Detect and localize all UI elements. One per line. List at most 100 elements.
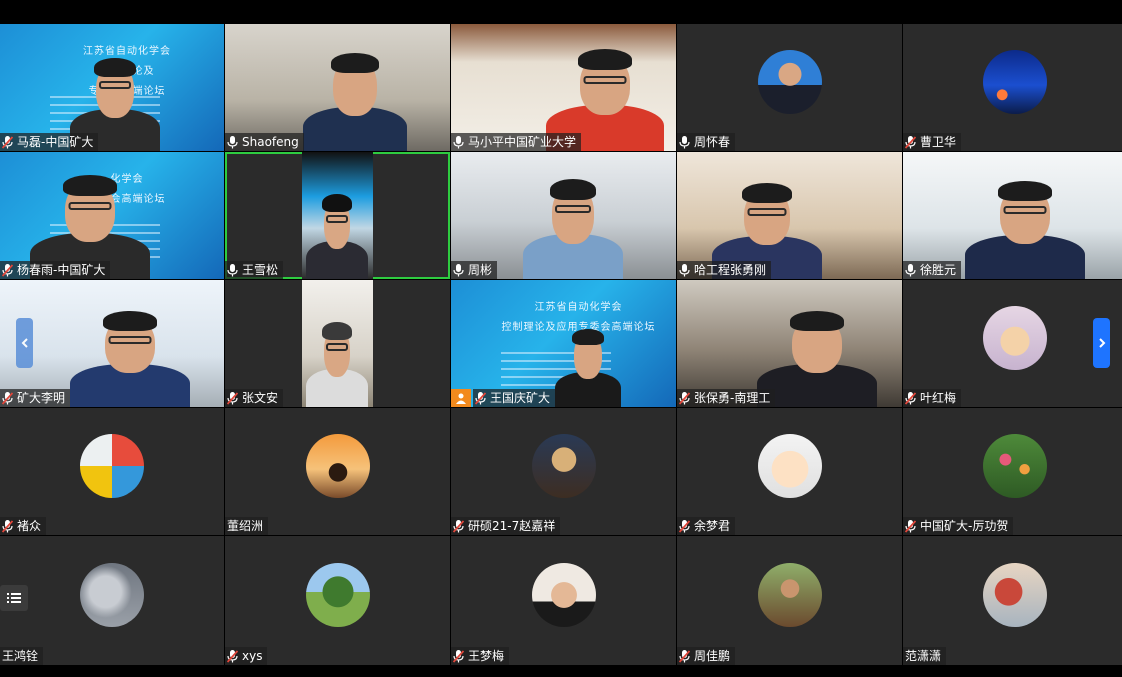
participant-figure — [306, 307, 368, 407]
participant-tile[interactable]: 研硕21-7赵嘉祥 — [451, 408, 676, 535]
night-sky-avatar — [982, 49, 1047, 114]
slide-text: 江苏省自动化学会 — [534, 302, 623, 313]
video-feed — [302, 152, 373, 279]
participant-figure — [70, 295, 190, 407]
glasses — [555, 205, 591, 213]
microphone-icon — [227, 135, 239, 149]
participant-figure — [555, 315, 621, 407]
microphone-muted-icon — [453, 519, 465, 533]
participant-name: 哈工程张勇刚 — [694, 263, 767, 277]
participant-name: 董绍洲 — [227, 519, 264, 533]
participant-name-tag: xys — [225, 647, 268, 665]
participant-name-tag: 周彬 — [451, 261, 498, 279]
park-trees-avatar — [305, 562, 370, 627]
participant-figure — [306, 179, 368, 279]
glasses — [68, 202, 112, 210]
participant-name: 矿大李明 — [17, 391, 66, 405]
participant-tile[interactable]: 叶红梅 — [903, 280, 1122, 407]
participant-tile[interactable]: 江苏省自动化学会 控制理论及应用专委会高端论坛 王国庆矿大 — [451, 280, 676, 407]
microphone-muted-icon — [905, 519, 917, 533]
participant-tile[interactable]: 徐胜元 — [903, 152, 1122, 279]
participant-name: 周佳鹏 — [694, 649, 731, 663]
previous-page-button[interactable] — [16, 318, 33, 368]
glasses — [99, 81, 131, 89]
microphone-muted-icon — [475, 391, 487, 405]
video-grid: 江苏省自动化学会控制理论及专委会高端论坛马磊-中国矿大 Shaofeng 马小平中国… — [0, 24, 1122, 665]
next-page-button[interactable] — [1093, 318, 1110, 368]
outdoor-portrait-avatar — [757, 562, 822, 627]
participant-name-tag: 王国庆矿大 — [473, 389, 556, 407]
participant-name-tag: 中国矿大-厉功贺 — [903, 517, 1014, 535]
participant-tile[interactable]: 王鸿铨 — [0, 536, 224, 665]
microphone-muted-icon — [679, 519, 691, 533]
participant-name: 徐胜元 — [920, 263, 957, 277]
microphone-muted-icon — [453, 649, 465, 663]
participant-name: 王雪松 — [242, 263, 279, 277]
participant-name: 张文安 — [242, 391, 279, 405]
rubiks-cube-avatar — [80, 433, 144, 498]
microphone-icon — [905, 263, 917, 277]
participant-name: 王国庆矿大 — [490, 391, 551, 405]
participant-name: 研硕21-7赵嘉祥 — [468, 519, 556, 533]
microphone-icon — [227, 263, 239, 277]
participant-tile[interactable]: 矿大李明 — [0, 280, 224, 407]
participant-name-tag: 王雪松 — [225, 261, 284, 279]
anime-art-avatar — [982, 562, 1047, 627]
hooded-figure-avatar — [531, 433, 596, 498]
glasses — [108, 336, 152, 344]
participant-list-button[interactable] — [0, 585, 28, 611]
microphone-icon — [679, 135, 691, 149]
participant-hair — [550, 179, 596, 200]
participant-name-tag: Shaofeng — [225, 133, 304, 151]
participant-tile[interactable]: 化学会 专委会高端论坛 杨春雨-中国矿大 — [0, 152, 224, 279]
participant-name-tag: 张保勇-南理工 — [677, 389, 776, 407]
chevron-left-icon — [21, 338, 28, 348]
participant-tile[interactable]: 褚众 — [0, 408, 224, 535]
microphone-muted-icon — [2, 519, 14, 533]
participant-name-tag: 王鸿铨 — [0, 647, 44, 665]
participant-tile[interactable]: 哈工程张勇刚 — [677, 152, 902, 279]
participant-tile[interactable]: 曹卫华 — [903, 24, 1122, 151]
participant-tile[interactable]: 江苏省自动化学会控制理论及专委会高端论坛马磊-中国矿大 — [0, 24, 224, 151]
participant-tile[interactable]: 周怀春 — [677, 24, 902, 151]
participant-tile[interactable]: 王雪松 — [225, 152, 450, 279]
participant-name: 周彬 — [468, 263, 493, 277]
participant-hair — [742, 183, 792, 203]
participant-tile[interactable]: 张保勇-南理工 — [677, 280, 902, 407]
participant-name-tag: 矿大李明 — [0, 389, 71, 407]
participant-name-tag: 研硕21-7赵嘉祥 — [451, 517, 561, 535]
participant-name: 曹卫华 — [920, 135, 957, 149]
microphone-muted-icon — [679, 649, 691, 663]
participant-tile[interactable]: 马小平中国矿业大学 — [451, 24, 676, 151]
participant-hair — [572, 329, 604, 345]
participant-hair — [103, 311, 157, 331]
participant-tile[interactable]: 范潇潇 — [903, 536, 1122, 665]
participant-name-tag: 余梦君 — [677, 517, 736, 535]
participant-name-tag: 马磊-中国矿大 — [0, 133, 99, 151]
participant-figure — [303, 35, 407, 151]
participant-name: 马小平中国矿业大学 — [468, 135, 577, 149]
microphone-muted-icon — [2, 135, 14, 149]
glasses — [583, 76, 627, 84]
participant-name: 王梦梅 — [468, 649, 505, 663]
participant-tile[interactable]: 王梦梅 — [451, 536, 676, 665]
participant-hair — [578, 49, 632, 70]
participant-name-tag: 杨春雨-中国矿大 — [0, 261, 111, 279]
microphone-muted-icon — [905, 135, 917, 149]
participant-tile[interactable]: 余梦君 — [677, 408, 902, 535]
participant-name: 杨春雨-中国矿大 — [17, 263, 106, 277]
participant-tile[interactable]: 张文安 — [225, 280, 450, 407]
flower-garden-avatar — [982, 433, 1047, 498]
participant-tile[interactable]: 周佳鹏 — [677, 536, 902, 665]
participant-tile[interactable]: 中国矿大-厉功贺 — [903, 408, 1122, 535]
participant-name: Shaofeng — [242, 135, 299, 149]
raised-hand-icon — [451, 389, 471, 407]
plush-toy-avatar — [982, 305, 1047, 370]
participant-name-tag: 周怀春 — [677, 133, 736, 151]
participant-tile[interactable]: xys — [225, 536, 450, 665]
participant-tile[interactable]: 董绍洲 — [225, 408, 450, 535]
participant-tile[interactable]: Shaofeng — [225, 24, 450, 151]
participant-tile[interactable]: 周彬 — [451, 152, 676, 279]
glasses — [326, 343, 348, 351]
cartoon-boy-avatar — [757, 433, 822, 498]
